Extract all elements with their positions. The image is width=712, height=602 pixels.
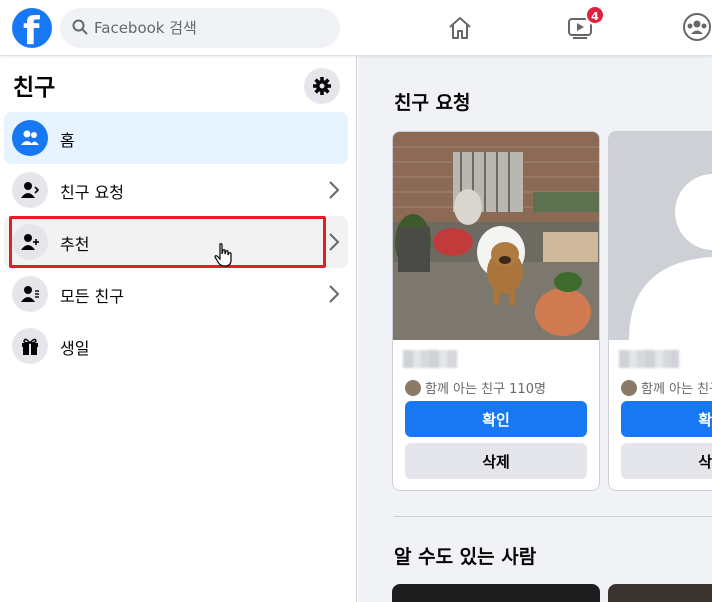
home-icon (449, 17, 471, 39)
search-input[interactable] (94, 8, 330, 48)
sidebar-item-all-friends[interactable]: 모든 친구 (4, 268, 348, 320)
sidebar-item-label: 홈 (60, 131, 75, 150)
sidebar-item-home[interactable]: 홈 (4, 112, 348, 164)
sidebar-item-friend-requests[interactable]: 친구 요청 (4, 164, 348, 216)
confirm-button[interactable]: 확인 (405, 401, 587, 437)
suggestion-card-peek[interactable] (608, 584, 712, 602)
watch-notification-badge: 4 (585, 5, 605, 25)
sidebar-item-birthdays[interactable]: 생일 (4, 320, 348, 372)
nav-groups-tab[interactable] (682, 12, 712, 44)
chevron-right-icon (329, 181, 340, 199)
mutual-friends[interactable]: 함께 아는 친구 110명 (405, 378, 546, 397)
mutual-friend-avatar (621, 379, 637, 396)
delete-button[interactable]: 삭제 (621, 443, 712, 479)
groups-icon (683, 13, 711, 41)
search-icon (72, 19, 88, 35)
people-you-may-know-heading: 알 수도 있는 사람 (394, 546, 537, 568)
friend-requests-heading: 친구 요청 (394, 92, 471, 114)
chevron-right-icon (329, 285, 340, 303)
gift-icon (12, 328, 48, 364)
sidebar-item-label: 모든 친구 (60, 287, 124, 306)
sidebar-item-label: 친구 요청 (60, 183, 124, 202)
profile-photo[interactable] (393, 132, 600, 340)
sidebar-item-label: 추천 (60, 235, 90, 254)
friends-list-icon (12, 276, 48, 312)
sidebar-item-suggestions[interactable]: 추천 (4, 216, 348, 268)
blurred-name[interactable] (403, 350, 457, 370)
friend-request-card[interactable]: 함께 아는 친구 110명 확인 삭제 (392, 131, 600, 491)
mutual-friend-avatar (405, 379, 421, 396)
sidebar-item-label: 생일 (60, 339, 90, 358)
mutual-friends[interactable]: 함께 아는 친구 (621, 378, 712, 397)
confirm-button[interactable]: 확인 (621, 401, 712, 437)
blurred-name[interactable] (619, 350, 679, 370)
friend-request-card[interactable]: 함께 아는 친구 확인 삭제 (608, 131, 712, 491)
nav-home-tab[interactable] (440, 12, 480, 44)
chevron-right-icon (329, 233, 340, 251)
default-profile-photo[interactable] (609, 132, 712, 340)
friend-request-icon (12, 172, 48, 208)
add-friend-icon (12, 224, 48, 260)
settings-button[interactable] (304, 68, 340, 104)
main-content: 친구 요청 함께 아는 친구 110명 확인 삭제 함께 아는 친 확 삭 알 … (358, 56, 712, 602)
friends-home-icon (12, 120, 48, 156)
friends-sidebar: 친구 홈 친구 요청 추천 모든 친구 생일 (0, 56, 357, 602)
section-divider (394, 516, 712, 517)
delete-button[interactable]: 삭제 (405, 443, 587, 479)
search-bar[interactable] (60, 8, 340, 48)
suggestion-card-peek[interactable] (392, 584, 600, 602)
gear-icon (313, 77, 331, 95)
sidebar-title: 친구 (13, 75, 56, 101)
hand-cursor-icon (214, 243, 232, 267)
top-navbar: f 4 (0, 0, 712, 56)
facebook-logo[interactable]: f (12, 8, 52, 48)
